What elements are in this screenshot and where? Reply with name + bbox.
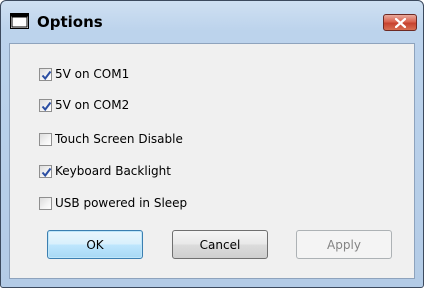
window-icon — [10, 13, 29, 29]
close-icon — [395, 18, 406, 28]
checkbox-5v-com1[interactable] — [39, 68, 52, 81]
checkbox-5v-com2[interactable] — [39, 99, 52, 112]
apply-button[interactable]: Apply — [296, 230, 392, 259]
options-dialog: Options 5V on COM1 5V on COM2 Touch Scre… — [0, 0, 424, 288]
checkmark-icon — [41, 167, 52, 178]
label-5v-com1: 5V on COM1 — [55, 67, 130, 81]
checkbox-touch-screen-disable[interactable] — [39, 133, 52, 146]
checkbox-usb-powered-in-sleep[interactable] — [39, 197, 52, 210]
checkmark-icon — [41, 70, 52, 81]
ok-button[interactable]: OK — [47, 230, 143, 259]
close-button[interactable] — [383, 14, 417, 31]
window-title: Options — [37, 13, 103, 31]
label-usb-powered-in-sleep: USB powered in Sleep — [55, 196, 188, 210]
label-5v-com2: 5V on COM2 — [55, 98, 130, 112]
dialog-content: 5V on COM1 5V on COM2 Touch Screen Disab… — [9, 43, 415, 279]
label-touch-screen-disable: Touch Screen Disable — [55, 132, 183, 146]
title-bar[interactable]: Options — [1, 1, 423, 43]
label-keyboard-backlight: Keyboard Backlight — [55, 164, 171, 178]
checkbox-keyboard-backlight[interactable] — [39, 165, 52, 178]
checkmark-icon — [41, 101, 52, 112]
cancel-button[interactable]: Cancel — [172, 230, 268, 259]
